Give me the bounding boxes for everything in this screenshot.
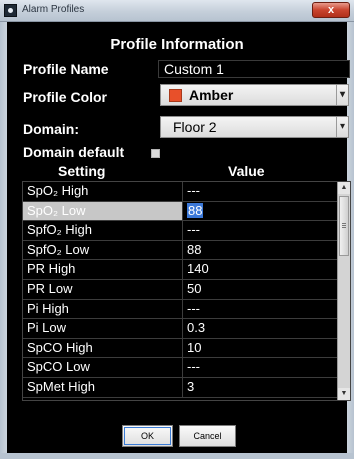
column-header-setting[interactable]: Setting [58,163,105,179]
value-cell[interactable]: --- [183,182,337,201]
value-cell[interactable]: --- [183,221,337,240]
setting-cell: SpCO Low [23,358,183,377]
profile-panel: Profile Information Profile Name Custom … [7,22,351,453]
column-header-value[interactable]: Value [228,163,265,179]
value-cell[interactable]: 50 [183,280,337,299]
value-text: 88 [187,202,204,218]
value-cell[interactable]: 88 [183,241,337,260]
value-cell[interactable]: 3 [183,378,337,397]
setting-cell: Pi Low [23,319,183,338]
table-row[interactable]: SpO₂ Low 88 [23,201,337,222]
table-row[interactable]: Pi High --- [23,299,337,320]
cancel-button[interactable]: Cancel [179,425,236,447]
profile-name-label: Profile Name [23,61,109,77]
setting-cell: SpfO₂ High [23,221,183,240]
setting-cell: PR Low [23,280,183,299]
domain-label: Domain: [23,121,79,137]
scrollbar[interactable]: ▲ ▼ [337,182,350,400]
value-text: --- [187,359,200,375]
setting-cell: SpO₂ High [23,182,183,201]
setting-cell: Pi High [23,299,183,319]
value-cell[interactable]: 0.3 [183,319,337,338]
table-row[interactable]: SpCO High 10 [23,338,337,359]
chevron-down-icon: ▾ [336,117,348,137]
setting-cell: SpCO High [23,338,183,358]
setting-cell: SpfO₂ Low [23,240,183,260]
scrollbar-thumb[interactable] [339,196,349,256]
value-text: 88 [187,241,202,257]
ok-button[interactable]: OK [122,425,173,447]
value-cell[interactable]: 10 [183,339,337,358]
value-text: 10 [187,339,202,355]
settings-table: SpO₂ High --- SpO₂ Low 88 SpfO₂ High --- SpfO₂… [22,181,351,401]
profile-color-value: Amber [189,87,234,103]
value-text: 140 [187,261,209,277]
table-row[interactable]: PR Low 50 [23,280,337,300]
table-row[interactable]: Pi Low 0.3 [23,319,337,339]
close-button[interactable]: x [312,2,350,18]
value-text: --- [187,183,200,198]
app-icon [4,4,17,17]
table-row[interactable]: SpfO₂ High --- [23,221,337,241]
table-row[interactable]: SpMet High 3 [23,378,337,398]
up-arrow-icon[interactable]: ▲ [338,182,350,194]
setting-cell: SpO₂ Low [23,201,183,221]
value-cell[interactable]: --- [183,358,337,377]
value-text: 50 [187,281,202,296]
domain-default-checkbox[interactable] [151,149,160,158]
window-title: Alarm Profiles [22,4,85,15]
table-row[interactable]: SpCO Low --- [23,358,337,378]
chevron-down-icon: ▾ [336,85,348,105]
value-text: 3 [187,379,195,394]
value-text: --- [187,300,200,316]
down-arrow-icon[interactable]: ▼ [338,388,350,400]
setting-cell: PR High [23,260,183,279]
profile-color-dropdown[interactable]: Amber ▾ [160,84,349,106]
domain-dropdown[interactable]: Floor 2 ▾ [160,116,349,138]
value-text: --- [187,222,200,238]
profile-color-label: Profile Color [23,89,108,105]
table-row[interactable]: PR High 140 [23,260,337,280]
color-swatch [169,89,182,102]
domain-default-label: Domain default [23,144,125,160]
domain-value: Floor 2 [173,119,217,135]
title-bar: Alarm Profiles x [0,0,354,22]
value-cell[interactable]: --- [183,300,337,319]
window-frame-left [0,22,7,459]
value-cell[interactable]: 88 [183,202,337,221]
value-text: 0.3 [187,320,206,336]
table-row[interactable]: SpO₂ High --- [23,182,337,202]
section-title: Profile Information [110,36,244,53]
table-row[interactable]: SpfO₂ Low 88 [23,240,337,261]
window-frame-bottom [0,453,354,459]
profile-name-field[interactable]: Custom 1 [158,60,350,78]
setting-cell: SpMet High [23,378,183,397]
value-cell[interactable]: 140 [183,260,337,279]
